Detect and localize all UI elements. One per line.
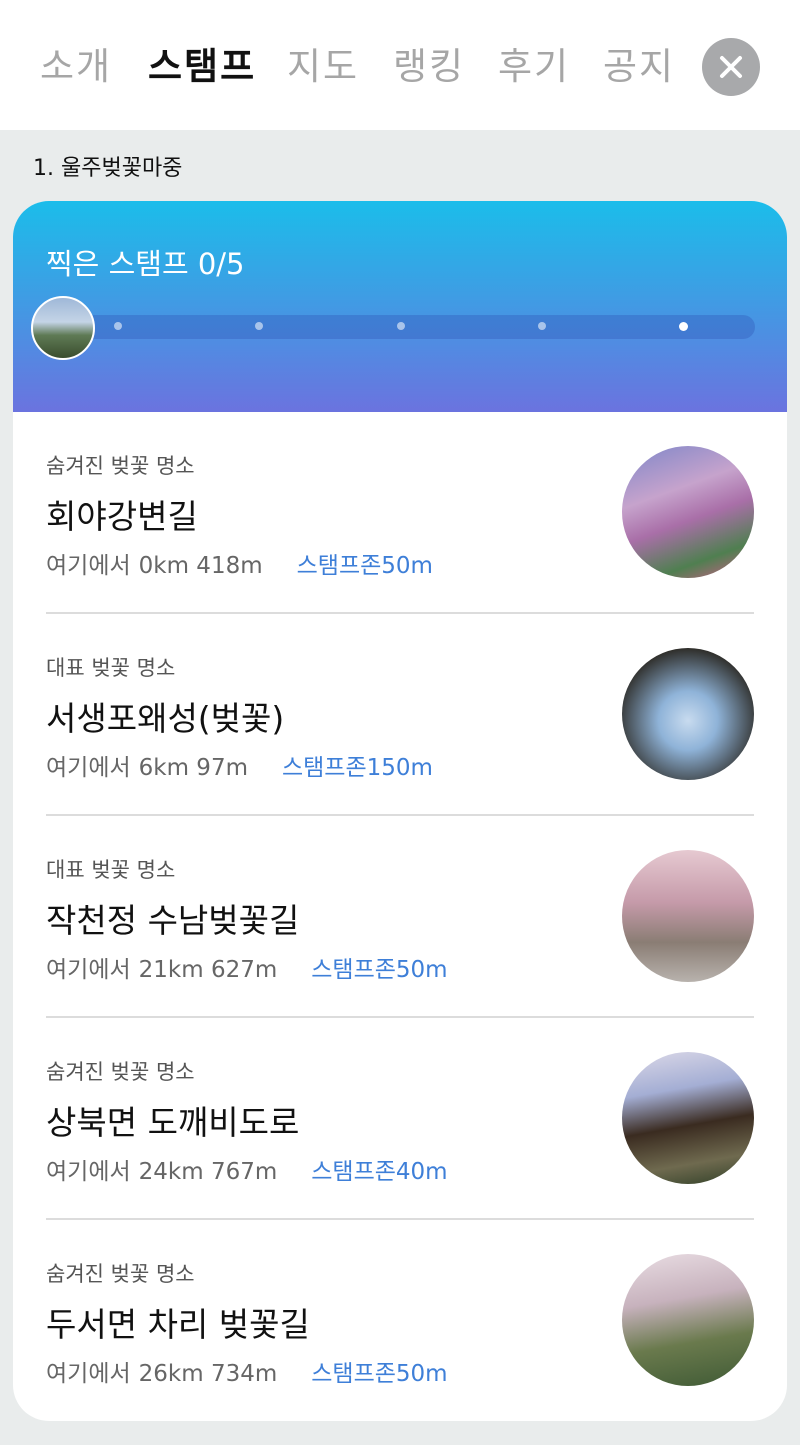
distance-label: 여기에서: [46, 1361, 131, 1387]
close-icon: [720, 56, 742, 78]
progress-dot: [397, 322, 405, 330]
progress-dot: [255, 322, 263, 330]
close-button[interactable]: [702, 38, 760, 96]
spot-name: 서생포왜성(벚꽃): [46, 699, 285, 738]
spot-category: 대표 벚꽃 명소: [46, 656, 176, 680]
spot-photo: [622, 850, 754, 982]
list-item[interactable]: 대표 벚꽃 명소 작천정 수남벚꽃길 여기에서 21km 627m 스탬프존50m: [46, 816, 754, 1018]
tab-reviews[interactable]: 후기: [498, 42, 570, 92]
stamp-zone: 스탬프존50m: [311, 1361, 448, 1387]
distance-row: 여기에서 26km 734m 스탬프존50m: [46, 1354, 448, 1388]
distance-row: 여기에서 0km 418m 스탬프존50m: [46, 546, 433, 580]
spot-name: 작천정 수남벚꽃길: [46, 901, 300, 940]
tab-ranking[interactable]: 랭킹: [393, 42, 465, 92]
distance-row: 여기에서 6km 97m 스탬프존150m: [46, 748, 433, 782]
progress-thumbnail: [31, 296, 95, 360]
list-item[interactable]: 숨겨진 벚꽃 명소 상북면 도깨비도로 여기에서 24km 767m 스탬프존40m: [46, 1018, 754, 1220]
distance-row: 여기에서 21km 627m 스탬프존50m: [46, 950, 448, 984]
distance-label: 여기에서: [46, 553, 131, 579]
distance-value: 6km 97m: [138, 755, 248, 781]
stamp-zone: 스탬프존40m: [311, 1159, 448, 1185]
tab-stamp[interactable]: 스탬프: [148, 42, 256, 92]
stamp-count: 찍은 스탬프 0/5: [46, 247, 245, 281]
distance-label: 여기에서: [46, 755, 131, 781]
distance-value: 24km 767m: [138, 1159, 278, 1185]
distance-value: 26km 734m: [138, 1361, 278, 1387]
progress-dot-end: [679, 322, 688, 331]
distance-label: 여기에서: [46, 1159, 131, 1185]
top-tab-bar: 소개 스탬프 지도 랭킹 후기 공지: [0, 0, 800, 130]
stamp-progress-track: [73, 315, 755, 339]
spot-photo: [622, 648, 754, 780]
distance-row: 여기에서 24km 767m 스탬프존40m: [46, 1152, 448, 1186]
list-item[interactable]: 숨겨진 벚꽃 명소 두서면 차리 벚꽃길 여기에서 26km 734m 스탬프존50…: [46, 1220, 754, 1421]
distance-label: 여기에서: [46, 957, 131, 983]
spot-name: 회야강변길: [46, 497, 198, 536]
distance-value: 0km 418m: [138, 553, 263, 579]
distance-value: 21km 627m: [138, 957, 278, 983]
stamp-zone: 스탬프존150m: [281, 755, 433, 781]
spot-category: 숨겨진 벚꽃 명소: [46, 1060, 195, 1084]
spot-photo: [622, 446, 754, 578]
stamp-card: 찍은 스탬프 0/5 숨겨진 벚꽃 명소 회야강변길 여기에서 0km 418m 스…: [13, 201, 787, 1421]
stamp-zone: 스탬프존50m: [296, 553, 433, 579]
spot-category: 숨겨진 벚꽃 명소: [46, 454, 195, 478]
stamp-progress-header: 찍은 스탬프 0/5: [13, 201, 787, 412]
tab-notice[interactable]: 공지: [603, 42, 675, 92]
list-item[interactable]: 대표 벚꽃 명소 서생포왜성(벚꽃) 여기에서 6km 97m 스탬프존150m: [46, 614, 754, 816]
progress-dot: [538, 322, 546, 330]
spot-category: 숨겨진 벚꽃 명소: [46, 1262, 195, 1286]
tab-intro[interactable]: 소개: [40, 42, 112, 92]
spot-name: 상북면 도깨비도로: [46, 1103, 300, 1142]
spot-category: 대표 벚꽃 명소: [46, 858, 176, 882]
spot-photo: [622, 1052, 754, 1184]
stamp-zone: 스탬프존50m: [311, 957, 448, 983]
course-title: 1. 울주벚꽃마중: [33, 156, 183, 181]
spot-name: 두서면 차리 벚꽃길: [46, 1305, 310, 1344]
list-item[interactable]: 숨겨진 벚꽃 명소 회야강변길 여기에서 0km 418m 스탬프존50m: [46, 412, 754, 614]
tab-map[interactable]: 지도: [287, 42, 359, 92]
spot-photo: [622, 1254, 754, 1386]
progress-dot: [114, 322, 122, 330]
